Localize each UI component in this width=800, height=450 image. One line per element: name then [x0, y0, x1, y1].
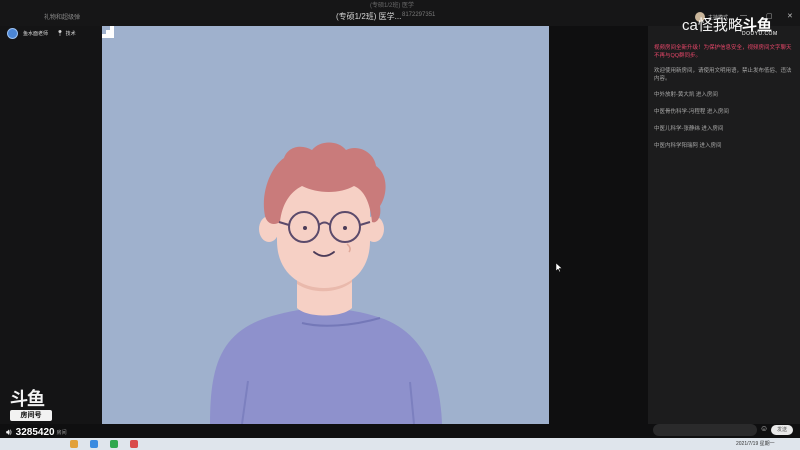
browser-icon[interactable] — [90, 440, 98, 448]
pin-icon[interactable]: 📍︎ — [56, 30, 64, 37]
watermark-text: ca怪我略 — [682, 17, 743, 34]
watermark-domain: DOUYU.COM — [742, 31, 778, 37]
emoji-icon[interactable]: ☺ — [760, 424, 768, 433]
resize-handle-icon[interactable] — [102, 26, 114, 38]
logo-glyph: 斗鱼 — [10, 389, 45, 410]
setting-label[interactable]: 技术 — [66, 30, 76, 37]
room-tag: 房间 — [56, 430, 67, 436]
speaker-icon[interactable]: 🔊︎ — [6, 427, 12, 438]
room-id: 8172297351 — [402, 12, 436, 18]
chat-message: 中医骨伤科学-冯程程 进入房间 — [654, 109, 729, 115]
chat-message: 中外放射-黄大凯 进入房间 — [654, 92, 718, 98]
overlay-title: (专硕1/2班) 医学 — [370, 3, 415, 9]
mouse-cursor-icon — [556, 263, 562, 272]
room-title: (专硕1/2班) 医学... — [336, 12, 402, 21]
teacher-illustration — [210, 142, 442, 424]
left-eye — [303, 226, 307, 230]
folder-icon[interactable] — [70, 440, 78, 448]
app-name: 礼物和超级弹 — [44, 15, 81, 21]
left-panel — [0, 26, 102, 424]
welcome-message: 欢迎使用新房间，请使用文明用语，禁止发布低俗、违法内容。 — [654, 68, 792, 82]
chat-app-icon[interactable] — [110, 440, 118, 448]
avatar[interactable] — [7, 28, 18, 39]
streamer-name: 鱼水面老师 — [23, 31, 49, 37]
close-icon[interactable]: ✕ — [787, 12, 793, 20]
streamer-info: 鱼水面老师 📍︎ 技术 — [7, 28, 76, 39]
room-number: 3285420 — [15, 427, 55, 438]
chat-messages: 视频房间全新升级！为保护信息安全，视频房间文字聊天不再与QQ群同步。 欢迎使用新… — [654, 44, 794, 159]
chat-message: 中医内科学阳瑞阿 进入房间 — [654, 143, 722, 149]
media-icon[interactable] — [130, 440, 138, 448]
platform-logo: 斗鱼 房间号 — [10, 391, 52, 421]
right-eye — [343, 226, 347, 230]
chat-input-row: ☺ 发送 — [650, 424, 798, 438]
clock: 2021/7/19 星期一 — [736, 441, 775, 447]
taskbar: 2021/7/19 星期一 — [0, 438, 800, 450]
send-button[interactable]: 发送 — [771, 425, 793, 435]
video-stage[interactable] — [102, 26, 549, 424]
logo-subtitle: 房间号 — [10, 410, 52, 421]
volume-row: 🔊︎ 3285420 房间 — [6, 427, 67, 438]
chat-message: 中医儿科学-张静纬 进入房间 — [654, 126, 724, 132]
system-notice: 视频房间全新升级！为保护信息安全，视频房间文字聊天不再与QQ群同步。 — [654, 45, 792, 59]
chat-input[interactable] — [653, 424, 757, 436]
